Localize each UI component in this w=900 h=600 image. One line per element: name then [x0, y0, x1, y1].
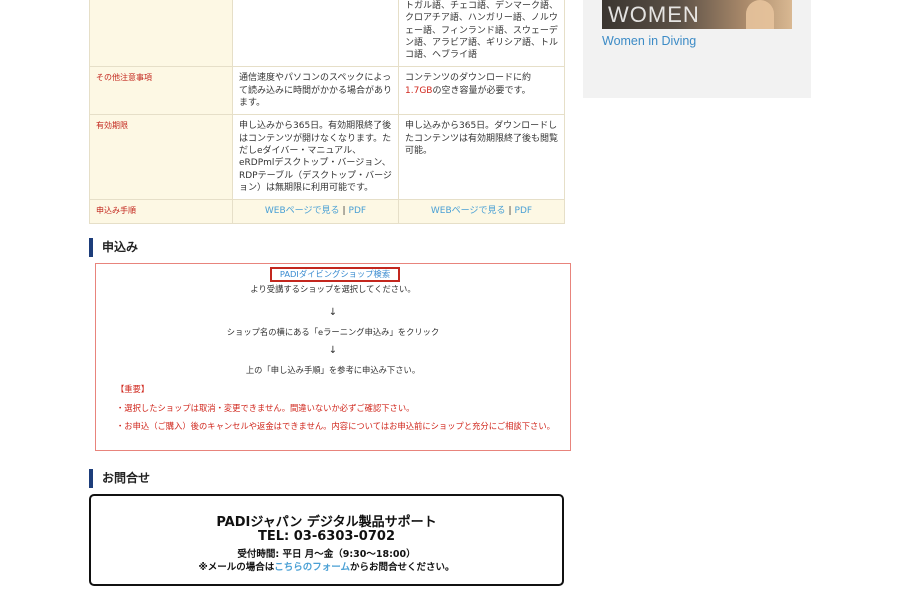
warning-2: ・お申込（ご購入）後のキャンセルや返金はできません。内容についてはお申込前にショ… — [116, 421, 555, 431]
pdf-link[interactable]: PDF — [349, 206, 367, 216]
validity-col2: 申し込みから365日。有効期限終了後はコンテンツが開けなくなります。ただしeダイ… — [232, 114, 399, 201]
women-in-diving-banner[interactable]: WOMEN — [602, 0, 792, 29]
link-separator: | — [342, 206, 346, 217]
procedure-links-col3: WEBページで見る | PDF — [398, 199, 565, 225]
download-size: 1.7GB — [405, 85, 433, 96]
languages-cell: トガル語、チェコ語、デンマーク語、クロアチア語、ハンガリー語、ノルウェー語、フィ… — [398, 0, 565, 68]
procedure-links-col2: WEBページで見る | PDF — [232, 199, 399, 225]
link-separator: | — [508, 206, 512, 217]
validity-col3: 申し込みから365日。ダウンロードしたコンテンツは有効期限終了後も閲覧可能。 — [398, 114, 565, 201]
email-after: からお問合せください。 — [349, 562, 455, 573]
apply-step3: 上の「申し込み手順」を参考に申込み下さい。 — [245, 365, 421, 375]
notes-col2: 通信速度やパソコンのスペックによって読み込みに時間がかかる場合があります。 — [232, 66, 399, 116]
table-cell — [232, 0, 399, 68]
web-page-link[interactable]: WEBページで見る — [431, 206, 506, 216]
contact-form-link[interactable]: こちらのフォーム — [274, 562, 350, 573]
apply-box: PADIダイビングショップ検索 より受講するショップを選択してください。 ↓ シ… — [95, 263, 571, 451]
support-email-line: ※メールの場合はこちらのフォームからお問合せください。 — [91, 559, 562, 573]
apply-heading: 申込み — [89, 238, 138, 257]
support-title: PADIジャパン デジタル製品サポート — [216, 515, 437, 530]
comparison-table: トガル語、チェコ語、デンマーク語、クロアチア語、ハンガリー語、ノルウェー語、フィ… — [89, 0, 565, 225]
warning-1: ・選択したショップは取消・変更できません。間違いないか必ずご確認下さい。 — [116, 403, 415, 413]
table-label-cell — [89, 0, 233, 68]
email-before: ※メールの場合は — [198, 562, 275, 573]
validity-label: 有効期限 — [89, 114, 233, 201]
apply-step1: より受講するショップを選択してください。 — [250, 284, 416, 294]
down-arrow: ↓ — [328, 307, 338, 318]
diver-photo-icon — [746, 0, 774, 29]
shop-search-link[interactable]: PADIダイビングショップ検索 — [270, 267, 400, 282]
pdf-link[interactable]: PDF — [515, 206, 533, 216]
procedure-label: 申込み手順 — [89, 199, 233, 225]
notes-col3: コンテンツのダウンロードに約1.7GBの空き容量が必要です。 — [398, 66, 565, 116]
notes-col3-before: コンテンツのダウンロードに約 — [405, 73, 532, 84]
support-tel: TEL: 03-6303-0702 — [257, 529, 395, 544]
table-row-notes: その他注意事項 通信速度やパソコンのスペックによって読み込みに時間がかかる場合が… — [89, 66, 565, 116]
table-row-validity: 有効期限 申し込みから365日。有効期限終了後はコンテンツが開けなくなります。た… — [89, 114, 565, 201]
sidebar: WOMEN Women in Diving — [583, 0, 811, 98]
banner-text: WOMEN — [608, 2, 700, 27]
notes-col3-after: の空き容量が必要です。 — [432, 85, 531, 96]
down-arrow: ↓ — [328, 345, 338, 356]
women-in-diving-link[interactable]: Women in Diving — [602, 34, 696, 48]
notes-label: その他注意事項 — [89, 66, 233, 116]
support-hours: 受付時間: 平日 月〜金（9:30〜18:00） — [237, 549, 416, 560]
contact-box: PADIジャパン デジタル製品サポート TEL: 03-6303-0702 受付… — [89, 494, 564, 586]
important-label: 【重要】 — [116, 384, 150, 394]
contact-heading: お問合せ — [89, 469, 150, 488]
table-row-procedure: 申込み手順 WEBページで見る | PDF WEBページで見る | PDF — [89, 199, 565, 225]
table-row-languages: トガル語、チェコ語、デンマーク語、クロアチア語、ハンガリー語、ノルウェー語、フィ… — [89, 0, 565, 68]
apply-step2: ショップ名の横にある「eラーニング申込み」をクリック — [226, 327, 440, 337]
web-page-link[interactable]: WEBページで見る — [265, 206, 340, 216]
